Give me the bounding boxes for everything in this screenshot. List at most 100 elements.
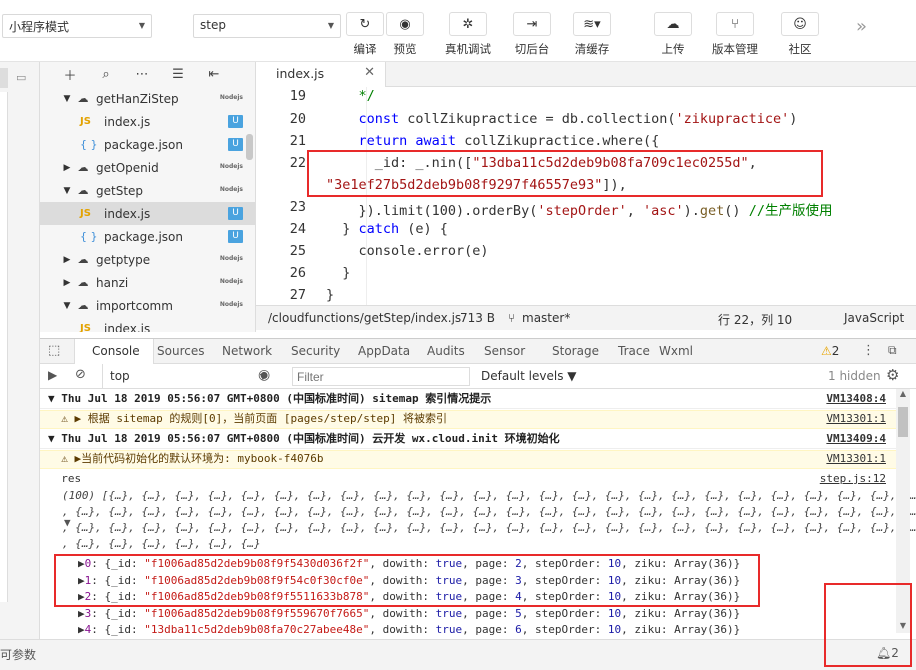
filter-input[interactable] — [292, 367, 470, 386]
status-language[interactable]: JavaScript — [844, 311, 904, 325]
compile-button[interactable]: ↻ 编译 — [346, 12, 384, 57]
inspect-icon[interactable]: ⬚ — [48, 343, 60, 358]
nodejs-badge: Nodejs — [219, 301, 243, 308]
tree-item[interactable]: JS index.js — [40, 317, 255, 333]
line-number: 23 — [289, 199, 306, 215]
compile-select[interactable]: step ▼ — [193, 14, 341, 38]
console-message: ⚠ ▶当前代码初始化的默认环境为: mybook-f4076b — [48, 452, 324, 465]
gear-icon[interactable]: ⚙ — [886, 366, 899, 384]
line-number: 20 — [289, 111, 306, 127]
array-preview[interactable]: (100) [{…}, {…}, {…}, {…}, {…}, {…}, {…}… — [62, 489, 916, 502]
tab-wxml[interactable]: Wxml — [659, 344, 693, 358]
community-button[interactable]: ☺ 社区 — [781, 12, 819, 57]
menu-dots-icon[interactable]: ⋮ — [862, 343, 875, 358]
tree-item-label: getOpenid — [96, 160, 159, 175]
source-link[interactable]: VM13301:1 — [826, 451, 886, 467]
item-order: 10 — [607, 606, 622, 620]
tree-item-label: getStep — [96, 183, 144, 198]
scroll-up-icon[interactable]: ▲ — [896, 389, 910, 398]
search-icon[interactable]: ⌕ — [88, 67, 124, 82]
clear-console-icon[interactable]: ⊘ — [75, 367, 86, 382]
mode-select[interactable]: 小程序模式 ▼ — [2, 14, 152, 38]
source-link[interactable]: step.js:12 — [820, 471, 886, 487]
status-position[interactable]: 行 22，列 10 — [718, 311, 792, 328]
tab-audits[interactable]: Audits — [427, 344, 465, 358]
tree-item[interactable]: { } package.json U — [40, 225, 255, 248]
chevron-down-icon[interactable]: ▼ — [60, 94, 74, 104]
expand-arrow-icon[interactable]: ▼ — [64, 516, 916, 529]
item-id: "13dba11c5d2deb9b08fa70c27abee48e" — [144, 623, 370, 636]
background-button[interactable]: ⇥ 切后台 — [513, 12, 551, 57]
source-link[interactable]: VM13409:4 — [826, 431, 886, 447]
tab-appdata[interactable]: AppData — [358, 344, 410, 358]
line-number: 19 — [289, 88, 306, 104]
source-link[interactable]: VM13301:1 — [826, 411, 886, 427]
tab-index-js[interactable]: index.js ✕ — [256, 62, 386, 87]
console-line[interactable]: ▼ Thu Jul 18 2019 05:56:07 GMT+0800 (中国标… — [40, 391, 896, 409]
tab-sensor[interactable]: Sensor — [484, 344, 525, 358]
clear-cache-button[interactable]: ≋▾ 清缓存 — [573, 12, 611, 57]
more-dots-icon[interactable]: ⋯ — [124, 67, 160, 82]
scroll-thumb[interactable] — [898, 407, 908, 437]
more-icon[interactable]: » — [856, 16, 867, 37]
tree-item[interactable]: JS index.js U — [40, 110, 255, 133]
source-link[interactable]: VM13408:4 — [826, 391, 886, 407]
chevron-right-icon[interactable]: ▶ — [60, 278, 74, 288]
status-branch[interactable]: master* — [522, 311, 570, 325]
console-line[interactable]: ⚠ ▶ 根据 sitemap 的规则[0]，当前页面 [pages/step/s… — [40, 410, 896, 429]
preview-button[interactable]: ◉ 预览 — [386, 12, 424, 57]
console-message: ⚠ ▶ 根据 sitemap 的规则[0]，当前页面 [pages/step/s… — [48, 412, 448, 425]
tree-item[interactable]: ▼ ☁ importcomm Nodejs — [40, 294, 255, 317]
console-line[interactable]: ⚠ ▶当前代码初始化的默认环境为: mybook-f4076b VM13301:1 — [40, 450, 896, 469]
chevron-down-icon[interactable]: ▼ — [60, 186, 74, 196]
tree-item[interactable]: ▶ ☁ getOpenid Nodejs — [40, 156, 255, 179]
undock-icon[interactable]: ⧉ — [888, 343, 897, 358]
levels-select[interactable]: Default levels ▼ — [481, 369, 577, 383]
chevron-right-icon[interactable]: ▶ — [60, 163, 74, 173]
item-punct: , dowith: — [369, 623, 436, 636]
chevron-right-icon[interactable]: ▶ — [60, 255, 74, 265]
tree-item-label: getHanZiStep — [96, 91, 179, 106]
tab-network[interactable]: Network — [222, 344, 272, 358]
context-select[interactable]: top ▼ — [110, 369, 270, 383]
tab-storage[interactable]: Storage — [552, 344, 599, 358]
split-icon[interactable]: ⇤ — [196, 67, 232, 82]
nodejs-badge: Nodejs — [219, 186, 243, 193]
eye-icon[interactable]: ◉ — [258, 367, 270, 383]
item-order: 10 — [607, 623, 622, 636]
cloud-folder-icon: ☁ — [77, 253, 89, 266]
plus-icon[interactable]: ＋ — [52, 65, 88, 84]
version-button[interactable]: ⑂ 版本管理 — [712, 12, 758, 57]
code-line-24: } catch (e) { — [326, 221, 448, 237]
tab-trace[interactable]: Trace — [618, 344, 650, 358]
status-size: 713 B — [460, 311, 495, 325]
sidebar-toggle-icon[interactable]: ▶ — [48, 368, 57, 382]
tab-console[interactable]: Console — [92, 344, 140, 358]
tree-item[interactable]: { } package.json U — [40, 133, 255, 156]
bug-icon: ✲ — [449, 12, 487, 36]
tree-item[interactable]: ▼ ☁ getStep Nodejs — [40, 179, 255, 202]
tree-item[interactable]: JS index.js U — [40, 202, 255, 225]
console-message: ▼ Thu Jul 18 2019 05:56:07 GMT+0800 (中国标… — [48, 392, 492, 405]
upload-button[interactable]: ☁ 上传 — [654, 12, 692, 57]
tree-scrollbar[interactable] — [246, 134, 253, 160]
close-icon[interactable]: ✕ — [364, 65, 375, 80]
console-line[interactable]: res step.js:12 — [40, 471, 896, 489]
line-number: 27 — [289, 287, 306, 303]
chevron-down-icon[interactable]: ▼ — [60, 301, 74, 311]
collapse-icon[interactable]: ☰ — [160, 67, 196, 82]
array-item[interactable]: ▶3: {_id: "f1006ad85d2deb9b08f9f559670f7… — [78, 607, 916, 620]
window-icon[interactable]: ▭ — [16, 71, 26, 84]
untracked-badge: U — [228, 115, 243, 128]
tree-item-label: index.js — [104, 206, 151, 221]
warn-counter[interactable]: ⚠2 — [821, 344, 839, 358]
tab-security[interactable]: Security — [291, 344, 340, 358]
tree-item[interactable]: ▶ ☁ getptype Nodejs — [40, 248, 255, 271]
remote-debug-button[interactable]: ✲ 真机调试 — [445, 12, 491, 57]
tree-item[interactable]: ▶ ☁ hanzi Nodejs — [40, 271, 255, 294]
array-item[interactable]: ▶4: {_id: "13dba11c5d2deb9b08fa70c27abee… — [78, 623, 916, 636]
tab-sources[interactable]: Sources — [157, 344, 204, 358]
tree-item[interactable]: ▼ ☁ getHanZiStep Nodejs — [40, 87, 255, 110]
chevron-down-icon: ▼ — [327, 21, 334, 30]
console-line[interactable]: ▼ Thu Jul 18 2019 05:56:07 GMT+0800 (中国标… — [40, 431, 896, 449]
